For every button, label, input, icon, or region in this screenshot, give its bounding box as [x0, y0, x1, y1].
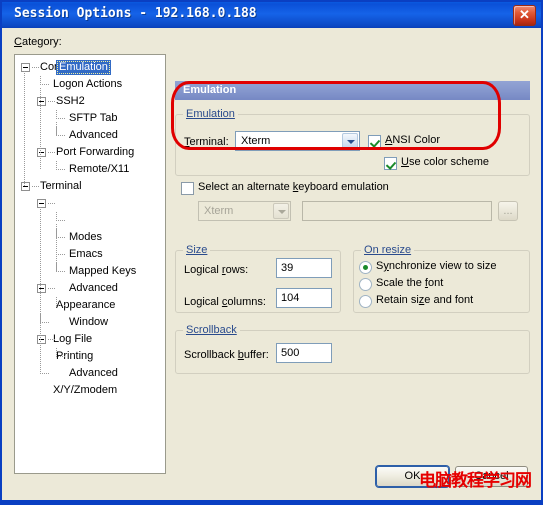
- cancel-button[interactable]: Cancel: [455, 466, 528, 487]
- sidebar-item-logon-actions[interactable]: Logon Actions: [53, 76, 122, 93]
- sidebar-item-window[interactable]: Window: [69, 314, 108, 331]
- tree-expander-appearance[interactable]: [37, 284, 46, 293]
- sidebar-item-x-y-zmodem[interactable]: X/Y/Zmodem: [53, 382, 117, 399]
- session-options-dialog: Session Options - 192.168.0.188 ✕ Catego…: [0, 0, 543, 505]
- logical-columns-input[interactable]: [276, 288, 332, 308]
- alt-keyboard-checkbox-box: [181, 182, 194, 195]
- ansi-color-checkbox-box: [368, 135, 381, 148]
- radio-scale-font-label: Scale the font: [376, 277, 444, 289]
- radio-retain-size-font-label-b: e and font: [424, 294, 474, 306]
- radio-retain-size-font-label: Retain size and font: [376, 294, 474, 306]
- chevron-down-icon[interactable]: [273, 203, 289, 219]
- alt-keyboard-label-a: Select an alternate: [198, 181, 293, 193]
- sidebar-item-sftp-tab[interactable]: SFTP Tab: [69, 110, 118, 127]
- sidebar-item-modes[interactable]: Modes: [69, 229, 102, 246]
- tree-expander-ssh2[interactable]: [37, 97, 46, 106]
- alt-keyboard-label-b: eyboard emulation: [298, 181, 389, 193]
- tree-expander-emulation[interactable]: [37, 199, 46, 208]
- scrollback-buffer-label: Scrollback buffer:: [184, 349, 269, 361]
- radio-scale-font-circle: [359, 278, 372, 291]
- sidebar-item-port-forwarding[interactable]: Port Forwarding: [56, 144, 134, 161]
- sidebar-item-advanced[interactable]: Advanced: [69, 127, 118, 144]
- size-group-caption: Size: [183, 244, 211, 256]
- close-icon[interactable]: ✕: [513, 5, 536, 26]
- radio-synchronize-view-label-rest: nchronize view to size: [388, 260, 497, 272]
- sidebar-item-log-file[interactable]: Log File: [53, 331, 92, 348]
- logical-rows-label-b: ows:: [225, 264, 249, 276]
- use-color-scheme-label-rest: se color scheme: [408, 156, 490, 168]
- alt-keyboard-combo-value: Xterm: [204, 205, 234, 217]
- browse-button[interactable]: ...: [498, 201, 518, 221]
- sidebar-item-ssh2[interactable]: SSH2: [56, 93, 85, 110]
- tree-expander-printing[interactable]: [37, 335, 46, 344]
- use-color-scheme-checkbox-box: [384, 157, 397, 170]
- emulation-group-caption: Emulation: [183, 108, 238, 120]
- sidebar-item-advanced[interactable]: Advanced: [69, 365, 118, 382]
- alt-keyboard-combo[interactable]: Xterm: [198, 201, 291, 221]
- scrollback-buffer-label-a: Scrollback: [184, 349, 238, 361]
- dialog-client-area: Category: ConnectionLogon ActionsSSH2SFT…: [2, 28, 541, 500]
- sidebar-item-emulation[interactable]: Emulation: [56, 60, 111, 75]
- alt-keyboard-path-input[interactable]: [302, 201, 492, 221]
- radio-retain-size-font-circle: [359, 295, 372, 308]
- chevron-down-icon[interactable]: [342, 133, 358, 149]
- radio-synchronize-view-circle: [359, 261, 372, 274]
- category-label-rest: ategory:: [21, 36, 62, 48]
- radio-synchronize-view-label: Synchronize view to size: [376, 260, 497, 272]
- on-resize-group-caption: On resize: [361, 244, 415, 256]
- terminal-combo-value: Xterm: [241, 135, 271, 147]
- scrollback-group-caption: Scrollback: [183, 324, 240, 336]
- terminal-label: Terminal:: [184, 136, 229, 148]
- radio-scale-font-label-b: ont: [427, 277, 444, 289]
- category-label: Category:: [14, 36, 62, 48]
- sidebar-item-terminal[interactable]: Terminal: [40, 178, 82, 195]
- close-glyph: ✕: [519, 7, 530, 22]
- radio-retain-size-font-label-a: Retain si: [376, 294, 419, 306]
- ansi-color-label: ANSI Color: [385, 134, 441, 146]
- terminal-combo[interactable]: Xterm: [235, 131, 360, 151]
- category-tree[interactable]: ConnectionLogon ActionsSSH2SFTP TabAdvan…: [19, 59, 165, 396]
- sidebar-item-emacs[interactable]: Emacs: [69, 246, 103, 263]
- sidebar-item-mapped-keys[interactable]: Mapped Keys: [69, 263, 136, 280]
- ok-button[interactable]: OK: [376, 466, 449, 487]
- sidebar-item-advanced[interactable]: Advanced: [69, 280, 118, 297]
- logical-columns-label: Logical columns:: [184, 296, 266, 308]
- logical-rows-label: Logical rows:: [184, 264, 249, 276]
- on-resize-group-caption-rest: resize: [378, 244, 412, 256]
- logical-rows-input[interactable]: [276, 258, 332, 278]
- radio-scale-font-label-a: Scale the: [376, 277, 425, 289]
- sidebar-item-remote-x11[interactable]: Remote/X11: [69, 161, 129, 178]
- scrollback-buffer-label-b: uffer:: [243, 349, 269, 361]
- logical-columns-label-b: olumns:: [227, 296, 266, 308]
- tree-expander-terminal[interactable]: [21, 182, 30, 191]
- window-title: Session Options - 192.168.0.188: [14, 6, 257, 21]
- tree-expander-port-forwarding[interactable]: [37, 148, 46, 157]
- alt-keyboard-label: Select an alternate keyboard emulation: [198, 181, 389, 193]
- pane-header-title: Emulation: [183, 84, 237, 96]
- category-tree-panel[interactable]: ConnectionLogon ActionsSSH2SFTP TabAdvan…: [14, 54, 166, 474]
- use-color-scheme-label: Use color scheme: [401, 156, 490, 168]
- pane-header: Emulation: [175, 81, 530, 100]
- ansi-color-label-rest: NSI Color: [392, 134, 441, 146]
- logical-rows-label-a: Logical: [184, 264, 222, 276]
- logical-columns-label-a: Logical: [184, 296, 222, 308]
- terminal-label-rest: erminal:: [189, 136, 229, 148]
- scrollback-buffer-input[interactable]: [276, 343, 332, 363]
- title-bar: Session Options - 192.168.0.188 ✕: [2, 2, 541, 28]
